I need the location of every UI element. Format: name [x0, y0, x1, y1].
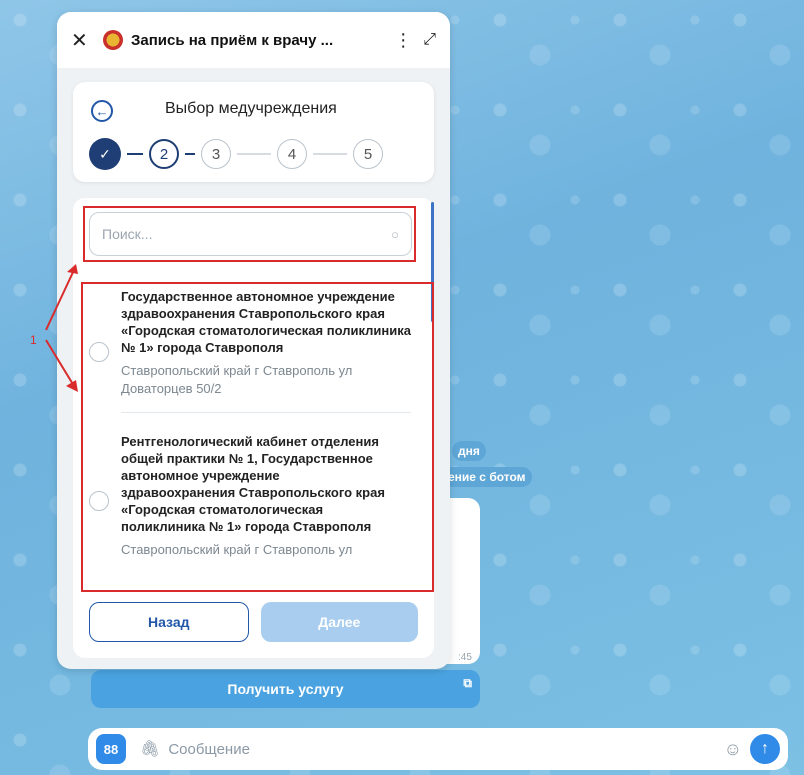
annotation-label: 1: [30, 333, 37, 347]
annotation-arrows: [45, 264, 78, 392]
annotation-arrow-down: [45, 339, 75, 387]
arrowhead-icon: [67, 264, 78, 274]
annotation-arrow-up: [45, 269, 75, 331]
